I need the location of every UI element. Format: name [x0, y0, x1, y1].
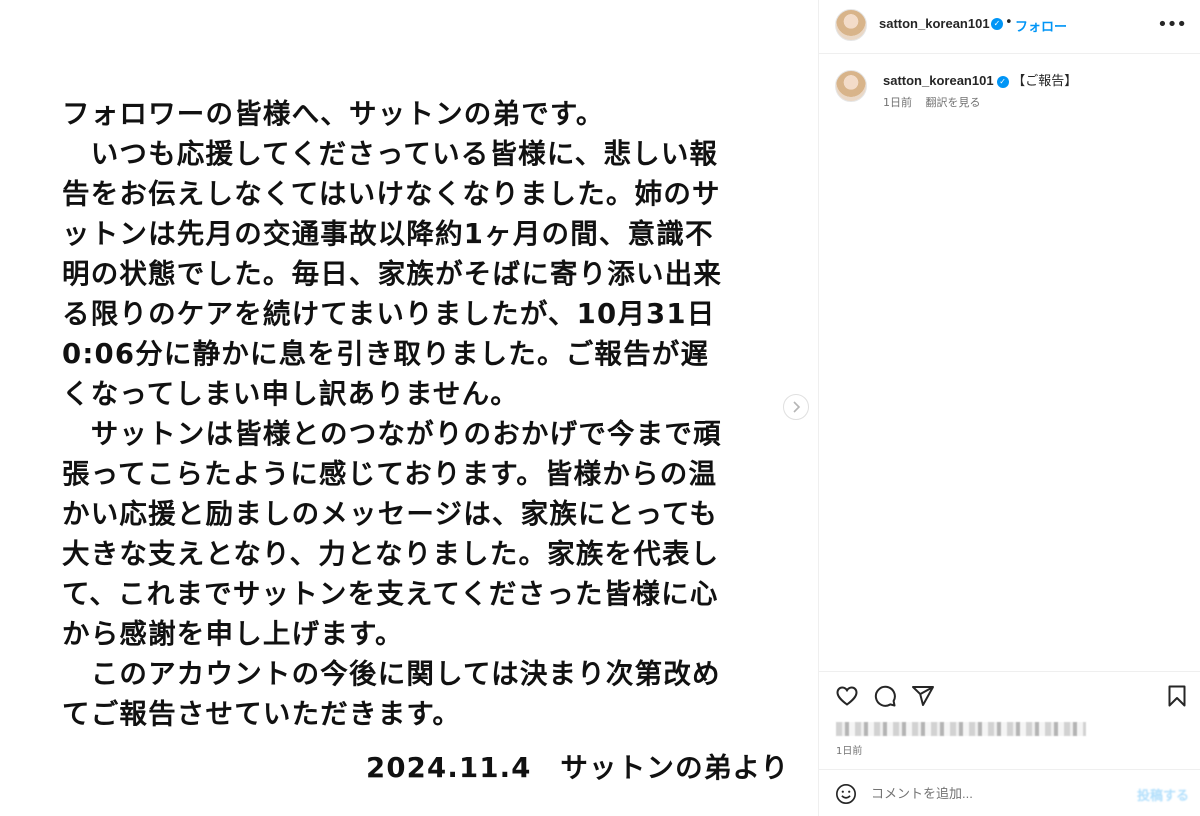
- letter-line: てご報告させていただきます。: [62, 698, 462, 730]
- letter-line: 大きな支えとなり、力となりました。家族を代表し: [62, 538, 720, 570]
- letter-line: いつも応援してくださっている皆様に、悲しい報: [62, 138, 719, 170]
- share-icon[interactable]: [911, 684, 935, 708]
- emoji-icon[interactable]: [835, 783, 857, 805]
- caption-avatar[interactable]: [835, 70, 867, 102]
- letter-line: 張ってこらたように感じております。皆様からの温: [62, 458, 718, 490]
- more-horizontal-icon[interactable]: •••: [1157, 14, 1187, 35]
- post-image: フォロワーの皆様へ、サットンの弟です。 いつも応援してくださっている皆様に、悲し…: [0, 0, 818, 816]
- letter-line: 0:06分に静かに息を引き取りました。ご報告が遅: [62, 338, 710, 370]
- post-date: 1日前: [836, 746, 863, 757]
- verified-badge-icon: ✓: [996, 75, 1009, 88]
- letter-line: 告をお伝えしなくてはいけなくなりました。姉のサ: [62, 178, 721, 210]
- header-separator: •: [1005, 15, 1013, 30]
- caption-username[interactable]: satton_korean101: [883, 73, 994, 88]
- comment-icon[interactable]: [873, 684, 897, 708]
- letter-line: サットンは皆様とのつながりのおかげで今まで頑: [62, 418, 722, 450]
- post-side-panel: satton_korean101 ✓ • フォロー ••• satton_kor…: [818, 0, 1200, 816]
- letter-line: ットンは先月の交通事故以降約1ヶ月の間、意識不: [62, 218, 714, 250]
- follow-button[interactable]: フォロー: [1015, 16, 1067, 35]
- letter-line: くなってしまい申し訳ありません。: [62, 378, 519, 410]
- letter-line: かい応援と励ましのメッセージは、家族にとっても: [62, 498, 718, 530]
- letter-line: る限りのケアを続けてまいりましたが、10月31日: [62, 298, 716, 330]
- comment-bar: 投稿する: [819, 769, 1200, 816]
- post-header: satton_korean101 ✓ • フォロー •••: [819, 0, 1200, 54]
- chevron-right-icon: [793, 401, 801, 413]
- letter-line: 明の状態でした。毎日、家族がそばに寄り添い出来: [62, 258, 723, 290]
- avatar[interactable]: [835, 9, 867, 41]
- letter-line: このアカウントの今後に関しては決まり次第改め: [62, 658, 721, 690]
- letter-signature: 2024.11.4 サットンの弟より: [366, 752, 790, 784]
- comment-input[interactable]: [871, 782, 1121, 804]
- letter-line: フォロワーの皆様へ、サットンの弟です。: [62, 98, 605, 130]
- bookmark-icon[interactable]: [1165, 684, 1189, 708]
- letter-line: て、これまでサットンを支えてくださった皆様に心: [62, 578, 719, 610]
- header-username[interactable]: satton_korean101: [879, 16, 990, 31]
- post-actions: 1日前: [819, 671, 1200, 769]
- caption-text: 【ご報告】: [1012, 73, 1078, 88]
- heart-icon[interactable]: [835, 684, 859, 708]
- post-comment-button[interactable]: 投稿する: [1137, 785, 1189, 804]
- next-slide-button[interactable]: [783, 394, 809, 420]
- letter-line: から感謝を申し上げます。: [62, 618, 404, 650]
- verified-badge-icon: ✓: [991, 18, 1003, 30]
- translate-link[interactable]: 翻訳を見る: [926, 96, 981, 109]
- likes-summary-blurred: [836, 722, 1086, 736]
- caption-time: 1日前: [883, 96, 912, 109]
- caption-meta: 1日前 翻訳を見る: [883, 94, 991, 110]
- caption: satton_korean101 ✓ 【ご報告】 1日前 翻訳を見る: [819, 54, 1200, 114]
- letter-text: フォロワーの皆様へ、サットンの弟です。 いつも応援してくださっている皆様に、悲し…: [62, 94, 762, 734]
- caption-text-row: satton_korean101 ✓ 【ご報告】: [883, 70, 1077, 89]
